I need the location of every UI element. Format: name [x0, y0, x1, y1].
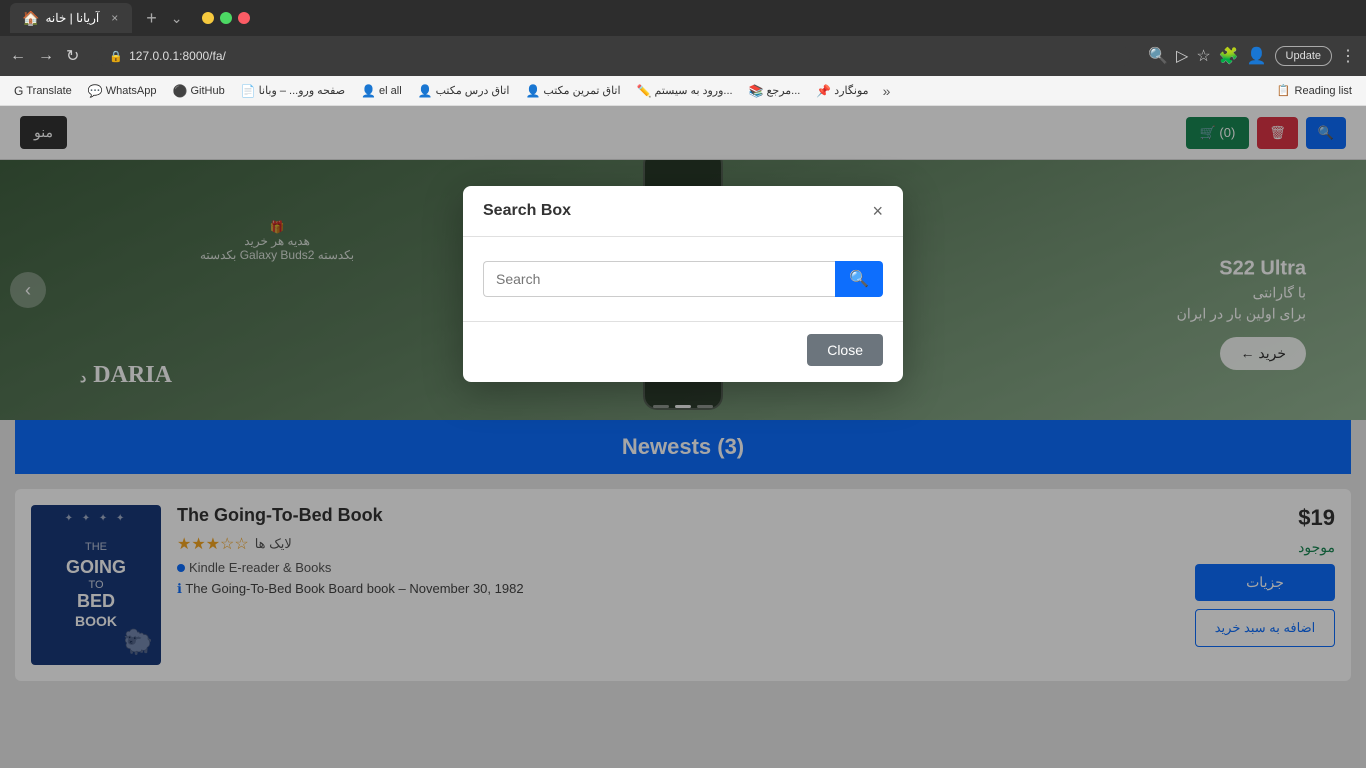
bookmark-label: ورود به سیستم...: [655, 84, 733, 97]
bookmark-label: Translate: [26, 85, 71, 97]
back-button[interactable]: ←: [10, 47, 26, 65]
modal-footer: Close: [463, 321, 903, 382]
search-input[interactable]: [483, 261, 835, 297]
reading-list-icon: 📋: [1277, 84, 1291, 97]
bookmark-icon[interactable]: ☆: [1196, 46, 1210, 66]
pin-icon: 📌: [816, 84, 831, 98]
window-expand-icon: ⌄: [171, 10, 183, 27]
bookmark-mongard[interactable]: 📌 مونگارد: [810, 82, 874, 100]
bookmark-label: اتاق درس مکتب: [436, 84, 510, 97]
search-modal: Search Box × 🔍 Close: [463, 186, 903, 382]
tab-title: آریانا | خانه: [45, 11, 99, 25]
reload-button[interactable]: ↻: [66, 46, 79, 66]
reading-list-button[interactable]: 📋 Reading list: [1271, 82, 1358, 99]
user-icon: 👤: [418, 84, 433, 98]
bookmark-maktab-practice[interactable]: 👤 اتاق تمرین مکتب: [519, 82, 626, 100]
modal-backdrop: Search Box × 🔍 Close: [0, 106, 1366, 768]
translate-icon: G: [14, 84, 23, 98]
bookmark-label: GitHub: [190, 85, 224, 97]
book-icon: 📚: [749, 84, 764, 98]
address-bar[interactable]: 🔒 127.0.0.1:8000/fa/: [97, 45, 1130, 67]
menu-icon[interactable]: ⋮: [1340, 46, 1356, 66]
github-icon: ⚫: [173, 84, 188, 98]
bookmark-label: صفحه ورو... – وبانا: [259, 84, 345, 97]
user-icon: 👤: [525, 84, 540, 98]
search-icon[interactable]: 🔍: [1148, 46, 1168, 66]
page-icon: 📄: [241, 84, 256, 98]
window-controls: [202, 12, 250, 24]
new-tab-button[interactable]: +: [140, 8, 163, 29]
profile-icon[interactable]: 👤: [1247, 46, 1267, 66]
search-row: 🔍: [483, 261, 883, 297]
modal-close-button[interactable]: ×: [872, 202, 883, 220]
lock-icon: 🔒: [109, 50, 123, 63]
bookmark-ref[interactable]: 📚 مرجع...: [743, 82, 807, 100]
bookmark-login[interactable]: ✏️ ورود به سیستم...: [631, 82, 739, 100]
bookmarks-more-button[interactable]: »: [879, 83, 895, 99]
browser-action-icons: 🔍 ▷ ☆ 🧩 👤 Update ⋮: [1148, 46, 1356, 66]
bookmark-label: el all: [379, 85, 402, 97]
cast-icon[interactable]: ▷: [1176, 46, 1188, 66]
modal-title: Search Box: [483, 202, 571, 220]
modal-header: Search Box ×: [463, 186, 903, 237]
bookmark-maktab-class[interactable]: 👤 اتاق درس مکتب: [412, 82, 516, 100]
browser-titlebar: 🏠 آریانا | خانه × + ⌄: [0, 0, 1366, 36]
user-icon: 👤: [361, 84, 376, 98]
update-button[interactable]: Update: [1275, 46, 1332, 66]
edit-icon: ✏️: [637, 84, 652, 98]
maximize-button[interactable]: [220, 12, 232, 24]
extensions-icon[interactable]: 🧩: [1219, 46, 1239, 66]
reading-list-label: Reading list: [1295, 85, 1352, 97]
bookmark-whatsapp[interactable]: 💬 WhatsApp: [82, 82, 163, 100]
close-window-button[interactable]: [238, 12, 250, 24]
bookmark-github[interactable]: ⚫ GitHub: [167, 82, 231, 100]
modal-body: 🔍: [463, 237, 903, 321]
browser-navbar: ← → ↻ 🔒 127.0.0.1:8000/fa/ 🔍 ▷ ☆ 🧩 👤 Upd…: [0, 36, 1366, 76]
active-tab[interactable]: 🏠 آریانا | خانه ×: [10, 3, 132, 33]
bookmark-label: مرجع...: [767, 84, 801, 97]
bookmark-elall[interactable]: 👤 el all: [355, 82, 408, 100]
url-text: 127.0.0.1:8000/fa/: [129, 49, 226, 63]
search-submit-button[interactable]: 🔍: [835, 261, 883, 297]
bookmark-label: WhatsApp: [106, 85, 157, 97]
nav-controls: ← → ↻: [10, 46, 79, 66]
bookmark-label: مونگارد: [834, 84, 868, 97]
bookmark-webana[interactable]: 📄 صفحه ورو... – وبانا: [235, 82, 351, 100]
whatsapp-icon: 💬: [88, 84, 103, 98]
bookmark-translate[interactable]: G Translate: [8, 82, 78, 100]
minimize-button[interactable]: [202, 12, 214, 24]
tab-favicon: 🏠: [22, 10, 39, 27]
modal-close-footer-button[interactable]: Close: [807, 334, 883, 366]
bookmarks-bar: G Translate 💬 WhatsApp ⚫ GitHub 📄 صفحه و…: [0, 76, 1366, 106]
bookmark-label: اتاق تمرین مکتب: [543, 84, 620, 97]
forward-button[interactable]: →: [38, 47, 54, 65]
tab-close-button[interactable]: ×: [109, 11, 120, 25]
